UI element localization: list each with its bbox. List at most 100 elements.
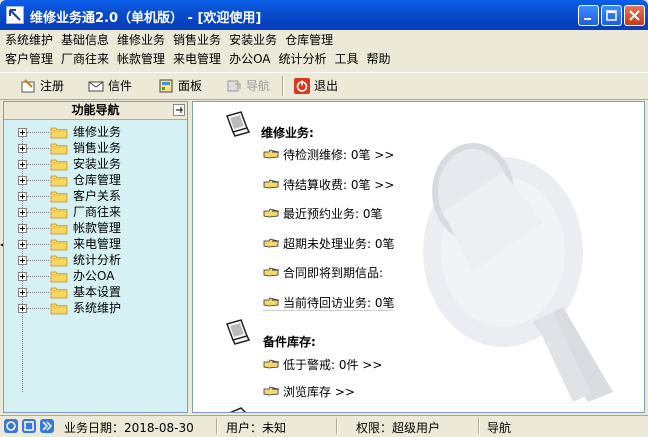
tree-connector bbox=[27, 212, 49, 213]
tree-connector bbox=[27, 228, 49, 229]
navigate-icon bbox=[226, 78, 242, 94]
tree-item-label: 厂商往来 bbox=[73, 205, 122, 219]
section-underline bbox=[263, 310, 393, 311]
tree-connector bbox=[27, 132, 49, 133]
contracts-expiring-link[interactable]: 合同即将到期信品: bbox=[263, 264, 383, 281]
status-mode: 导航 bbox=[487, 421, 512, 435]
exit-button[interactable]: 退出 bbox=[294, 76, 338, 96]
menu-tools[interactable]: 工具 bbox=[333, 50, 365, 68]
power-icon bbox=[294, 78, 310, 94]
toolbar: 注册 信件 面板 导航 退出 bbox=[0, 72, 648, 100]
expand-icon[interactable] bbox=[18, 144, 27, 153]
stock-section-title: 备件库存: bbox=[263, 335, 316, 349]
status-home-icon[interactable] bbox=[4, 419, 18, 433]
status-window-icon[interactable] bbox=[22, 419, 36, 433]
tree-item-system[interactable]: 系统维护 bbox=[4, 300, 187, 316]
tree-item-sales[interactable]: 销售业务 bbox=[4, 140, 187, 156]
status-separator bbox=[216, 418, 218, 434]
pointing-hand-icon bbox=[263, 297, 279, 307]
pin-icon[interactable] bbox=[173, 104, 185, 116]
expand-icon[interactable] bbox=[18, 176, 27, 185]
next-section-icon bbox=[223, 404, 251, 412]
letter-button[interactable]: 信件 bbox=[88, 76, 132, 96]
tree-item-warehouse[interactable]: 仓库管理 bbox=[4, 172, 187, 188]
expand-icon[interactable] bbox=[18, 240, 27, 249]
folder-icon bbox=[50, 143, 68, 155]
tree-item-accounts[interactable]: 帐款管理 bbox=[4, 220, 187, 236]
status-user: 用户：未知 bbox=[226, 421, 287, 435]
folder-icon bbox=[50, 223, 68, 235]
menu-install[interactable]: 安装业务 bbox=[227, 31, 283, 49]
folder-icon bbox=[50, 175, 68, 187]
tree-item-label: 客户关系 bbox=[73, 189, 122, 203]
tree-connector bbox=[27, 276, 49, 277]
app-icon bbox=[6, 6, 24, 24]
tree-item-install[interactable]: 安装业务 bbox=[4, 156, 187, 172]
pointing-hand-icon bbox=[263, 359, 279, 369]
menu-repair[interactable]: 维修业务 bbox=[115, 31, 171, 49]
expand-icon[interactable] bbox=[18, 208, 27, 217]
expand-icon[interactable] bbox=[18, 128, 27, 137]
repair-pending-inspection-link[interactable]: 待检测维修: 0笔 >> bbox=[263, 146, 394, 163]
maximize-button[interactable] bbox=[601, 5, 622, 26]
close-button[interactable] bbox=[624, 5, 645, 26]
navigate-button[interactable]: 导航 bbox=[226, 76, 270, 96]
folder-icon bbox=[50, 287, 68, 299]
tree-item-stats[interactable]: 统计分析 bbox=[4, 252, 187, 268]
status-business-date: 业务日期：2018-08-30 bbox=[64, 421, 194, 435]
menu-basic-info[interactable]: 基础信息 bbox=[59, 31, 115, 49]
menu-stats[interactable]: 统计分析 bbox=[277, 50, 333, 68]
tree-item-repair[interactable]: 维修业务 bbox=[4, 124, 187, 140]
expand-icon[interactable] bbox=[18, 160, 27, 169]
navigation-tree: 维修业务 销售业务 安装业务 仓库管理客户关系厂商往来 帐款管理 来电管理统计分析 办公OA… bbox=[4, 124, 187, 316]
menu-customer[interactable]: 客户管理 bbox=[0, 50, 59, 68]
tree-item-calls[interactable]: 来电管理 bbox=[4, 236, 187, 252]
menu-accounts[interactable]: 帐款管理 bbox=[115, 50, 171, 68]
toolbar-separator bbox=[282, 76, 284, 96]
repair-pending-settlement-link[interactable]: 待结算收费: 0笔 >> bbox=[263, 176, 394, 193]
expand-icon[interactable] bbox=[18, 304, 27, 313]
menubar-row2: 客户管理 厂商往来 帐款管理 来电管理 办公OA 统计分析 工具 帮助 bbox=[0, 50, 648, 68]
navigation-title: 功能导航 bbox=[71, 103, 120, 117]
tree-connector bbox=[27, 244, 49, 245]
below-warning-stock-link[interactable]: 低于警戒: 0件 >> bbox=[263, 356, 382, 373]
folder-icon bbox=[50, 191, 68, 203]
expand-icon[interactable] bbox=[18, 272, 27, 281]
browse-stock-link[interactable]: 浏览库存 >> bbox=[263, 383, 355, 400]
panel-button[interactable]: 面板 bbox=[158, 76, 202, 96]
menu-sales[interactable]: 销售业务 bbox=[171, 31, 227, 49]
menu-vendor[interactable]: 厂商往来 bbox=[59, 50, 115, 68]
status-permission: 权限：超级用户 bbox=[356, 421, 441, 435]
pending-followup-link[interactable]: 当前待回访业务: 0笔 bbox=[263, 294, 395, 311]
tree-item-office[interactable]: 办公OA bbox=[4, 268, 187, 284]
tree-item-label: 统计分析 bbox=[73, 253, 122, 267]
status-bar: 业务日期：2018-08-30 用户：未知 权限：超级用户 导航 bbox=[0, 415, 648, 437]
envelope-icon bbox=[88, 78, 104, 94]
tree-item-vendor[interactable]: 厂商往来 bbox=[4, 204, 187, 220]
minimize-button[interactable] bbox=[578, 5, 599, 26]
overdue-business-link[interactable]: 超期未处理业务: 0笔 bbox=[263, 235, 395, 252]
expand-icon[interactable] bbox=[18, 288, 27, 297]
tree-item-label: 来电管理 bbox=[73, 237, 122, 251]
menu-warehouse[interactable]: 仓库管理 bbox=[283, 31, 339, 49]
menu-calls[interactable]: 来电管理 bbox=[171, 50, 227, 68]
tree-item-label: 仓库管理 bbox=[73, 173, 122, 187]
status-forward-icon[interactable] bbox=[40, 419, 54, 433]
tree-connector bbox=[27, 148, 49, 149]
menu-system[interactable]: 系统维护 bbox=[0, 31, 59, 49]
folder-icon bbox=[50, 303, 68, 315]
menu-office[interactable]: 办公OA bbox=[227, 50, 276, 68]
tree-connector bbox=[27, 196, 49, 197]
pointing-hand-icon bbox=[263, 149, 279, 159]
tree-connector bbox=[27, 180, 49, 181]
recent-appointments-link[interactable]: 最近预约业务: 0笔 bbox=[263, 205, 383, 222]
tree-item-label: 基本设置 bbox=[73, 285, 122, 299]
menu-help[interactable]: 帮助 bbox=[365, 50, 397, 68]
tree-item-settings[interactable]: 基本设置 bbox=[4, 284, 187, 300]
tree-connector bbox=[27, 164, 49, 165]
expand-icon[interactable] bbox=[18, 224, 27, 233]
expand-icon[interactable] bbox=[18, 192, 27, 201]
register-button[interactable]: 注册 bbox=[20, 76, 64, 96]
tree-item-customer[interactable]: 客户关系 bbox=[4, 188, 187, 204]
expand-icon[interactable] bbox=[18, 256, 27, 265]
